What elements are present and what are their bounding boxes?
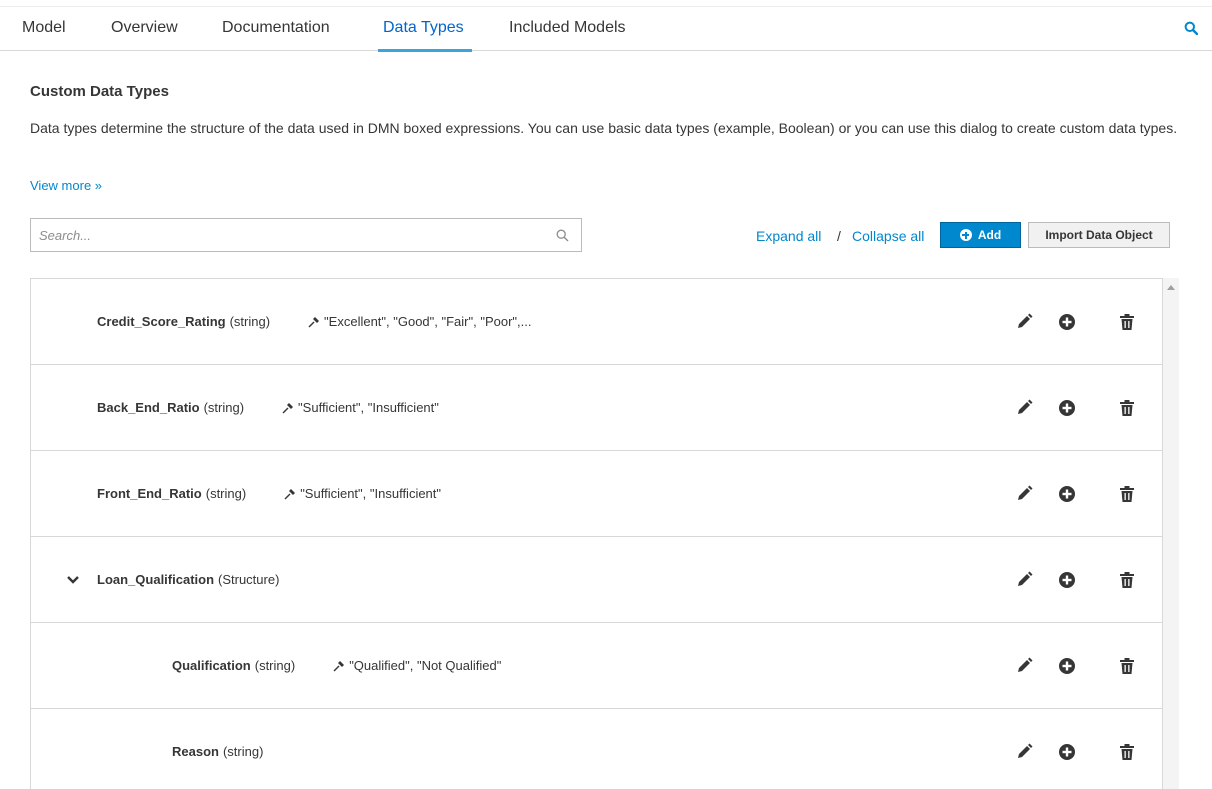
edit-icon[interactable] <box>1015 485 1033 503</box>
edit-icon[interactable] <box>1015 657 1033 675</box>
add-child-icon[interactable] <box>1058 657 1076 675</box>
import-data-object-button[interactable]: Import Data Object <box>1028 222 1170 248</box>
active-tab-indicator <box>378 49 472 52</box>
constraint-icon <box>333 660 345 671</box>
data-type-type: (string) <box>229 314 271 329</box>
data-type-list: Credit_Score_Rating (string) "Excellent"… <box>30 278 1163 789</box>
add-child-icon[interactable] <box>1058 743 1076 761</box>
constraint-text: "Sufficient", "Insufficient" <box>300 486 442 501</box>
constraint: "Sufficient", "Insufficient" <box>282 400 439 415</box>
view-more-link[interactable]: View more » <box>30 178 102 193</box>
magnifier-icon <box>556 229 569 242</box>
add-child-icon[interactable] <box>1058 571 1076 589</box>
add-child-icon[interactable] <box>1058 313 1076 331</box>
chevron-down-icon[interactable] <box>67 575 79 585</box>
constraint-text: "Sufficient", "Insufficient" <box>298 400 439 415</box>
trash-icon[interactable] <box>1118 657 1136 675</box>
constraint-icon <box>308 316 320 327</box>
tab-included-models[interactable]: Included Models <box>509 19 626 37</box>
list-item: Back_End_Ratio (string) "Sufficient", "I… <box>31 365 1162 451</box>
tab-documentation[interactable]: Documentation <box>222 19 330 37</box>
search-icon[interactable] <box>1184 21 1198 35</box>
page-description: Data types determine the structure of th… <box>30 120 1178 136</box>
add-button[interactable]: Add <box>940 222 1021 248</box>
list-item: Front_End_Ratio (string) "Sufficient", "… <box>31 451 1162 537</box>
list-item: Credit_Score_Rating (string) "Excellent"… <box>31 279 1162 365</box>
tab-data-types[interactable]: Data Types <box>383 19 464 37</box>
data-type-name: Front_End_Ratio <box>97 486 202 501</box>
add-child-icon[interactable] <box>1058 485 1076 503</box>
data-type-name: Loan_Qualification <box>97 572 215 587</box>
separator: / <box>837 228 841 244</box>
list-item: Loan_Qualification (Structure) <box>31 537 1162 623</box>
tab-model[interactable]: Model <box>22 19 66 37</box>
trash-icon[interactable] <box>1118 571 1136 589</box>
constraint: "Excellent", "Good", "Fair", "Poor",... <box>308 314 531 329</box>
data-type-type: (string) <box>203 400 245 415</box>
expand-all-link[interactable]: Expand all <box>756 228 821 244</box>
edit-icon[interactable] <box>1015 743 1033 761</box>
data-type-type: (string) <box>222 744 264 759</box>
edit-icon[interactable] <box>1015 399 1033 417</box>
import-button-label: Import Data Object <box>1045 228 1153 242</box>
edit-icon[interactable] <box>1015 313 1033 331</box>
data-type-type: (Structure) <box>218 572 280 587</box>
data-type-name: Reason <box>172 744 219 759</box>
data-type-type: (string) <box>205 486 247 501</box>
scroll-up-arrow-icon[interactable] <box>1167 285 1175 290</box>
list-item: Reason (string) <box>31 709 1162 789</box>
constraint: "Sufficient", "Insufficient" <box>284 486 441 501</box>
data-type-name: Back_End_Ratio <box>97 400 200 415</box>
plus-circle-icon <box>959 229 972 241</box>
page-title: Custom Data Types <box>30 83 169 100</box>
collapse-all-link[interactable]: Collapse all <box>852 228 924 244</box>
list-item: Qualification (string) "Qualified", "Not… <box>31 623 1162 709</box>
add-button-label: Add <box>977 228 1002 242</box>
edit-icon[interactable] <box>1015 571 1033 589</box>
add-child-icon[interactable] <box>1058 399 1076 417</box>
constraint-icon <box>282 402 294 413</box>
data-type-name: Qualification <box>172 658 251 673</box>
data-type-type: (string) <box>254 658 296 673</box>
search-field[interactable] <box>30 218 582 252</box>
trash-icon[interactable] <box>1118 743 1136 761</box>
data-type-name: Credit_Score_Rating <box>97 314 226 329</box>
vertical-scrollbar[interactable] <box>1163 278 1179 789</box>
constraint-icon <box>284 488 296 499</box>
tab-overview[interactable]: Overview <box>111 19 178 37</box>
trash-icon[interactable] <box>1118 313 1136 331</box>
search-input[interactable] <box>31 219 531 251</box>
constraint-text: "Qualified", "Not Qualified" <box>349 658 502 673</box>
constraint: "Qualified", "Not Qualified" <box>333 658 501 673</box>
top-nav: Model Overview Documentation Data Types … <box>0 6 1212 52</box>
trash-icon[interactable] <box>1118 399 1136 417</box>
constraint-text: "Excellent", "Good", "Fair", "Poor",... <box>324 314 532 329</box>
trash-icon[interactable] <box>1118 485 1136 503</box>
